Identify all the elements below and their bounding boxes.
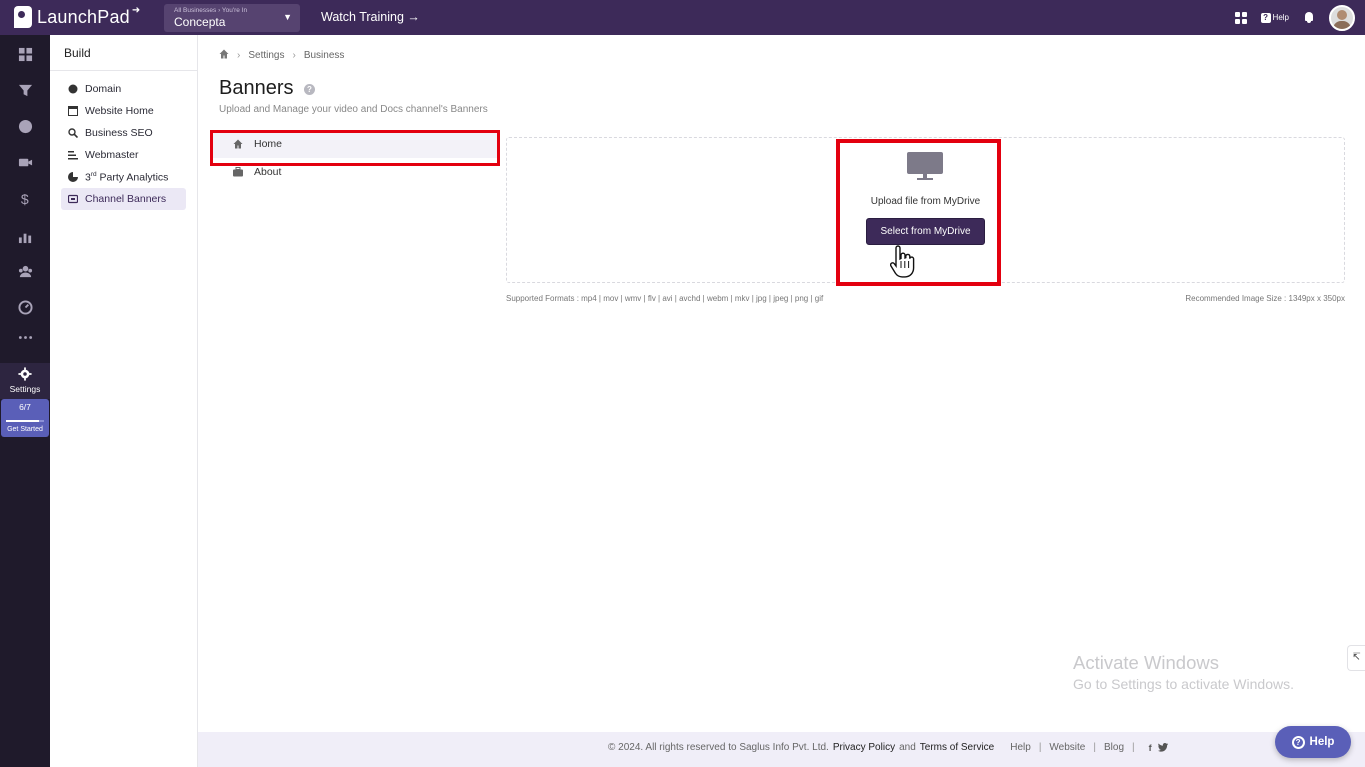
sidebar-title: Build xyxy=(50,35,197,71)
twitter-icon[interactable] xyxy=(1157,742,1168,752)
video-icon[interactable] xyxy=(18,155,33,170)
sidebar-item-label: Channel Banners xyxy=(85,193,167,205)
page-title: Banners xyxy=(219,77,294,99)
business-name: Concepta xyxy=(174,15,226,29)
webmaster-icon xyxy=(67,150,78,161)
progress-fill xyxy=(6,420,39,422)
apps-grid-icon[interactable] xyxy=(1234,11,1247,24)
footer-and-text: and xyxy=(899,742,916,753)
help-icon: ? xyxy=(1260,12,1271,23)
analytics-icon[interactable] xyxy=(18,229,33,244)
avatar[interactable] xyxy=(1329,4,1355,31)
upload-text: Upload file from MyDrive xyxy=(870,196,981,207)
sidebar-item-channel-banners[interactable]: Channel Banners xyxy=(61,188,186,210)
facebook-icon[interactable]: f xyxy=(1149,743,1152,753)
more-icon[interactable] xyxy=(18,330,33,345)
sidebar-item-business-seo[interactable]: Business SEO xyxy=(61,122,186,144)
tab-label: About xyxy=(254,166,282,178)
home-icon[interactable] xyxy=(219,49,229,62)
breadcrumb-settings[interactable]: Settings xyxy=(248,50,284,61)
bell-icon[interactable] xyxy=(1303,11,1315,24)
logo-icon xyxy=(14,6,32,28)
footer-blog-link[interactable]: Blog xyxy=(1104,742,1124,753)
privacy-policy-link[interactable]: Privacy Policy xyxy=(833,742,895,753)
windows-watermark-title: Activate Windows xyxy=(1073,652,1219,673)
briefcase-icon xyxy=(233,167,245,177)
funnel-icon[interactable] xyxy=(18,83,33,98)
sidebar-item-label: Website Home xyxy=(85,105,154,117)
seo-icon xyxy=(67,128,78,139)
sidebar-item-label: 3rd Party Analytics xyxy=(85,170,169,184)
settings-label: Settings xyxy=(9,384,41,394)
footer-website-link[interactable]: Website xyxy=(1049,742,1085,753)
domain-icon xyxy=(67,84,78,95)
watch-training-link[interactable]: Watch Training → xyxy=(321,10,420,24)
gear-icon xyxy=(18,367,32,381)
breadcrumb-business[interactable]: Business xyxy=(304,50,345,61)
sidebar-item-label: Domain xyxy=(85,83,122,95)
breadcrumb-separator: › xyxy=(237,50,241,61)
recommended-size: Recommended Image Size : 1349px x 350px xyxy=(1185,294,1345,303)
sidebar-item-domain[interactable]: Domain xyxy=(61,78,186,100)
dollar-icon[interactable]: $ xyxy=(18,191,33,206)
sidebar-item-website-home[interactable]: Website Home xyxy=(61,100,186,122)
logo-text: LaunchPad xyxy=(37,6,130,27)
progress-count: 6/7 xyxy=(19,402,31,412)
help-chat-button[interactable]: ? Help xyxy=(1275,726,1351,758)
chevron-down-icon: ▼ xyxy=(283,12,292,22)
copyright-text: © 2024. All rights reserved to Saglus In… xyxy=(608,742,829,753)
business-crumb: All Businesses › You're In xyxy=(174,7,248,14)
get-started-button[interactable]: 6/7 Get Started xyxy=(1,399,49,437)
rail-settings[interactable]: Settings xyxy=(0,363,50,399)
top-bar: LaunchPad ➜ All Businesses › You're In C… xyxy=(0,0,1365,35)
analytics-icon xyxy=(67,172,78,183)
monitor-icon xyxy=(907,152,943,181)
main-content: › Settings › Business Banners ? Upload a… xyxy=(198,35,1365,732)
breadcrumb: › Settings › Business xyxy=(219,49,344,62)
windows-watermark-text: Go to Settings to activate Windows. xyxy=(1073,676,1294,692)
sidebar-item-label: Webmaster xyxy=(85,149,139,161)
page-subtitle: Upload and Manage your video and Docs ch… xyxy=(219,104,488,115)
side-panel-toggle-icon[interactable]: ↸ xyxy=(1347,645,1365,671)
globe-icon[interactable] xyxy=(18,119,33,134)
breadcrumb-separator: › xyxy=(292,50,296,61)
hand-cursor-icon xyxy=(890,245,915,278)
rocket-icon: ➜ xyxy=(131,4,141,16)
website-icon xyxy=(67,106,78,117)
business-selector[interactable]: All Businesses › You're In Concepta ▼ xyxy=(164,4,300,32)
svg-text:$: $ xyxy=(21,191,29,206)
get-started-label: Get Started xyxy=(7,426,43,433)
sidebar-item-3rd-party-analytics[interactable]: 3rd Party Analytics xyxy=(61,166,186,188)
help-label: Help xyxy=(1272,13,1289,22)
question-circle-icon: ? xyxy=(1291,735,1305,749)
dashboard-icon[interactable] xyxy=(18,47,33,62)
progress-bar xyxy=(6,420,44,422)
build-sidebar: Build Domain Website Home Business SEO W… xyxy=(50,35,198,767)
gauge-icon[interactable] xyxy=(18,300,33,315)
help-fab-label: Help xyxy=(1309,736,1335,748)
sidebar-item-webmaster[interactable]: Webmaster xyxy=(61,144,186,166)
highlight-box-tabs xyxy=(210,130,500,166)
select-from-mydrive-button[interactable]: Select from MyDrive xyxy=(866,218,985,245)
sidebar-item-label: Business SEO xyxy=(85,127,153,139)
terms-of-service-link[interactable]: Terms of Service xyxy=(920,742,994,753)
users-icon[interactable] xyxy=(18,264,33,279)
help-tooltip-icon[interactable]: ? xyxy=(304,84,315,95)
help-link[interactable]: ? Help xyxy=(1260,12,1289,23)
logo[interactable]: LaunchPad ➜ xyxy=(14,4,141,28)
footer-help-link[interactable]: Help xyxy=(1010,742,1031,753)
supported-formats: Supported Formats : mp4 | mov | wmv | fl… xyxy=(506,294,824,303)
footer: © 2024. All rights reserved to Saglus In… xyxy=(198,732,1365,767)
banner-icon xyxy=(67,194,78,205)
